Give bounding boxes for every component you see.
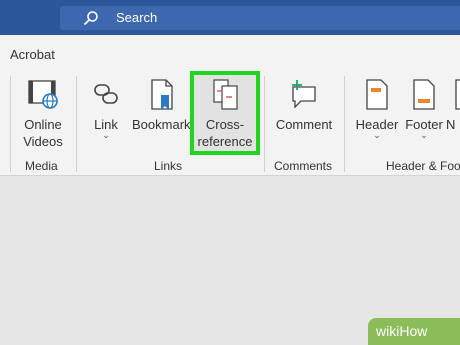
header-button[interactable]: Header ⌄ (352, 72, 402, 152)
comment-button[interactable]: Comment (270, 72, 338, 152)
link-button[interactable]: Link ⌄ (84, 72, 128, 152)
group-links-label: Links (154, 159, 183, 173)
page-number-label: N (446, 117, 456, 132)
search-label: Search (116, 10, 158, 25)
online-video-icon (28, 80, 58, 109)
cross-reference-label: Cross- reference (197, 117, 253, 149)
page-number-icon (455, 79, 460, 110)
footer-icon (413, 79, 435, 110)
link-chevron-icon: ⌄ (102, 130, 110, 140)
online-videos-button[interactable]: Online Videos (14, 72, 72, 152)
cross-reference-button-highlighted[interactable]: Cross- reference (194, 72, 256, 152)
group-media-label: Media (25, 159, 58, 173)
footer-button[interactable]: Footer ⌄ (402, 72, 446, 152)
ribbon-tab-row: Acrobat (0, 35, 460, 72)
group-comments-label: Comments (274, 159, 333, 173)
cross-reference-icon (213, 79, 238, 110)
wikihow-watermark: wikiHow (368, 318, 460, 345)
separator (10, 76, 11, 172)
watermark-text: wikiHow (376, 323, 428, 339)
header-chevron-icon: ⌄ (373, 130, 381, 140)
tab-acrobat[interactable]: Acrobat (10, 47, 55, 62)
title-bar: Search (0, 0, 460, 35)
bookmark-label: Bookmark (132, 117, 191, 132)
separator (344, 76, 345, 172)
header-icon (366, 79, 388, 110)
bookmark-button[interactable]: Bookmark (132, 72, 191, 152)
search-icon (83, 11, 98, 26)
link-icon (94, 84, 118, 104)
footer-chevron-icon: ⌄ (420, 130, 428, 140)
separator (264, 76, 265, 172)
search-box[interactable]: Search (60, 6, 460, 30)
group-header-footer-label: Header & Foo (386, 159, 460, 173)
comment-icon (292, 80, 316, 109)
bookmark-icon (151, 79, 173, 110)
online-videos-label: Online Videos (23, 117, 63, 149)
separator (76, 76, 77, 172)
comment-label: Comment (275, 117, 333, 132)
page-number-button[interactable]: N (446, 72, 460, 152)
